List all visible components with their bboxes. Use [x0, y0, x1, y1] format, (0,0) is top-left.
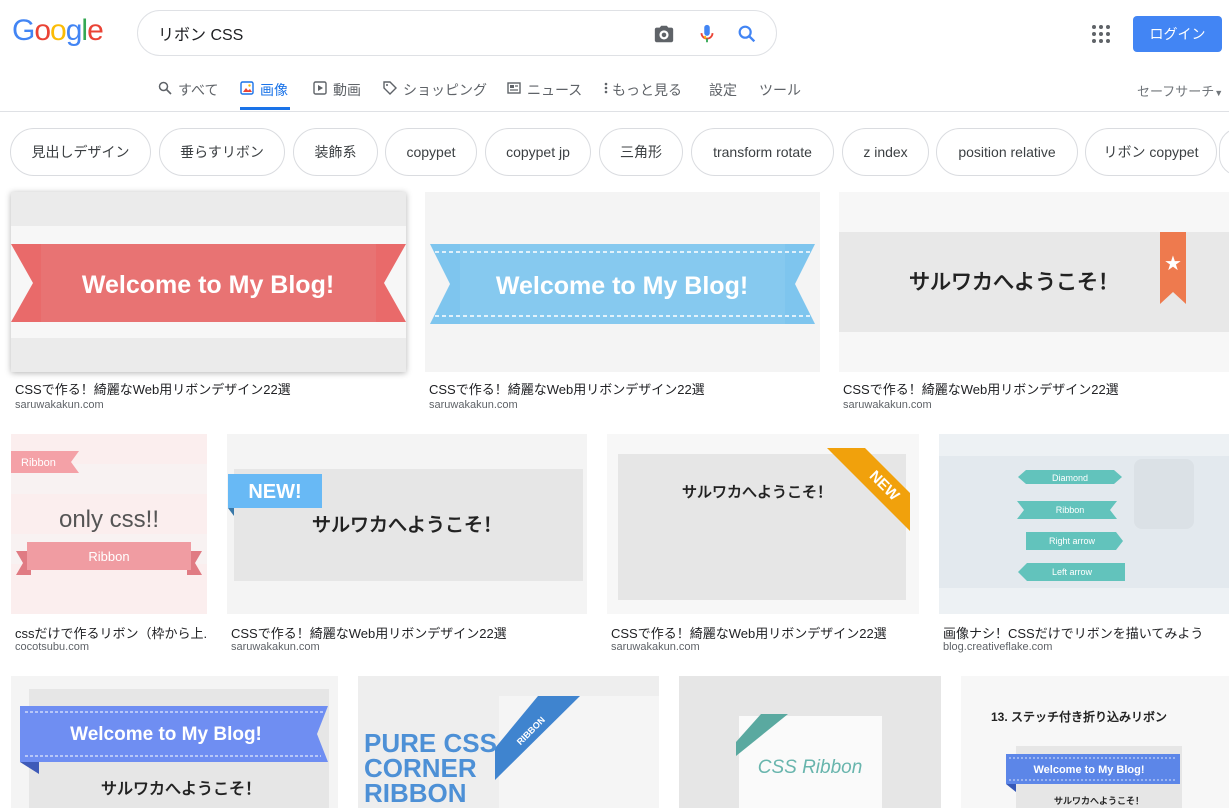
svg-text:Ribbon: Ribbon — [1056, 505, 1085, 515]
image-result[interactable]: RIBBON PURE CSS CORNER RIBBON — [358, 676, 659, 808]
chip[interactable]: position relative — [936, 128, 1078, 176]
news-icon — [507, 82, 521, 94]
image-result[interactable]: Ribbon only css!! Ribbon cssだけで作るリボン（枠から… — [11, 434, 207, 656]
image-result[interactable]: Diamond Ribbon Right arrow Left arrow 画像… — [939, 434, 1229, 656]
tab-images[interactable]: 画像 — [240, 80, 290, 110]
result-thumbnail[interactable]: 13. ステッチ付き折り込みリボン Welcome to My Blog! サル… — [961, 676, 1229, 808]
result-thumbnail[interactable]: Welcome to My Blog! — [11, 192, 406, 372]
svg-text:13. ステッチ付き折り込みリボン: 13. ステッチ付き折り込みリボン — [991, 709, 1167, 724]
result-thumbnail[interactable]: NEW サルワカへようこそ！ — [607, 434, 919, 614]
star-icon: ★ — [1164, 253, 1182, 275]
caret-down-icon: ▼ — [1214, 88, 1224, 98]
tab-shopping[interactable]: ショッピング — [383, 80, 487, 110]
chip[interactable]: z index — [842, 128, 929, 176]
chip[interactable]: 見出しデザイン — [10, 128, 151, 176]
tab-videos[interactable]: 動画 — [313, 80, 361, 110]
ribbon-text: サルワカへようこそ！ — [909, 271, 1119, 294]
result-title[interactable]: CSSで作る！綺麗なWeb用リボンデザイン22選 — [429, 379, 819, 398]
result-thumbnail[interactable]: Ribbon only css!! Ribbon — [11, 434, 207, 614]
svg-text:Diamond: Diamond — [1052, 473, 1088, 483]
chip[interactable]: copypet — [385, 128, 477, 176]
camera-icon[interactable] — [653, 23, 675, 45]
svg-text:only css!!: only css!! — [59, 506, 159, 533]
chip[interactable]: 三角形 — [599, 128, 683, 176]
header: Google ログイン すべて 画像 — [0, 0, 1229, 112]
search-input[interactable] — [158, 22, 638, 44]
search-icon — [158, 81, 172, 95]
result-site[interactable]: cocotsubu.com — [15, 641, 89, 653]
svg-text:サルワカへようこそ！: サルワカへようこそ！ — [312, 514, 502, 536]
result-thumbnail[interactable]: NEW! サルワカへようこそ！ — [227, 434, 587, 614]
svg-text:Ribbon: Ribbon — [88, 549, 129, 564]
safe-search-toggle[interactable]: セーフサーチ▼ — [1137, 81, 1223, 100]
result-site[interactable]: saruwakakun.com — [429, 399, 518, 411]
tab-settings[interactable]: 設定 — [709, 80, 737, 110]
image-result[interactable]: CSS Ribbon — [679, 676, 941, 808]
google-logo[interactable]: Google — [12, 14, 104, 48]
image-result[interactable]: Welcome to My Blog! CSSで作る！綺麗なWeb用リボンデザイ… — [11, 192, 406, 412]
chip[interactable]: transform rotate — [691, 128, 834, 176]
image-result[interactable]: Welcome to My Blog! サルワカへようこそ！ — [11, 676, 338, 808]
result-thumbnail[interactable]: RIBBON PURE CSS CORNER RIBBON — [358, 676, 659, 808]
svg-text:RIBBON: RIBBON — [364, 778, 467, 808]
svg-text:Welcome to My Blog!: Welcome to My Blog! — [1033, 764, 1144, 776]
ribbon-text: Welcome to My Blog! — [496, 272, 748, 300]
more-vert-icon — [604, 82, 608, 94]
image-result[interactable]: ★ サルワカへようこそ！ CSSで作る！綺麗なWeb用リボンデザイン22選 sa… — [839, 192, 1229, 412]
svg-text:Left arrow: Left arrow — [1052, 567, 1093, 577]
svg-text:サルワカへようこそ！: サルワカへようこそ！ — [682, 484, 832, 501]
image-icon — [240, 81, 254, 95]
result-thumbnail[interactable]: Welcome to My Blog! サルワカへようこそ！ — [11, 676, 338, 808]
result-thumbnail[interactable]: ★ サルワカへようこそ！ — [839, 192, 1229, 372]
tab-more[interactable]: もっと見る — [602, 80, 682, 110]
ribbon-text: Welcome to My Blog! — [82, 271, 334, 299]
tab-all[interactable]: すべて — [158, 80, 218, 110]
mic-icon[interactable] — [696, 23, 718, 45]
related-chips: 見出しデザイン 垂らすリボン 装飾系 copypet copypet jp 三角… — [0, 112, 1229, 188]
result-thumbnail[interactable]: Welcome to My Blog! — [425, 192, 820, 372]
result-thumbnail[interactable]: CSS Ribbon — [679, 676, 941, 808]
chip[interactable]: 垂らすリボン — [159, 128, 285, 176]
chip-scroll-next[interactable] — [1219, 128, 1229, 176]
result-title[interactable]: CSSで作る！綺麗なWeb用リボンデザイン22選 — [231, 623, 587, 642]
result-title[interactable]: cssだけで作るリボン（枠から上... — [15, 623, 207, 642]
result-title[interactable]: CSSで作る！綺麗なWeb用リボンデザイン22選 — [15, 379, 405, 398]
search-tabs: すべて 画像 動画 ショッピング ニュース もっと見る 設定 ツール — [0, 76, 1229, 112]
result-title[interactable]: 画像ナシ！CSSだけでリボンを描いてみよう — [943, 623, 1229, 642]
image-result[interactable]: Welcome to My Blog! CSSで作る！綺麗なWeb用リボンデザイ… — [425, 192, 820, 412]
image-result[interactable]: 13. ステッチ付き折り込みリボン Welcome to My Blog! サル… — [961, 676, 1229, 808]
tag-icon — [383, 81, 397, 95]
result-site[interactable]: saruwakakun.com — [231, 641, 320, 653]
svg-text:サルワカへようこそ！: サルワカへようこそ！ — [101, 780, 261, 798]
chip[interactable]: リボン copypet — [1085, 128, 1217, 176]
tab-news[interactable]: ニュース — [507, 80, 582, 110]
video-icon — [313, 81, 327, 95]
tab-tools[interactable]: ツール — [759, 80, 801, 110]
svg-text:CSS Ribbon: CSS Ribbon — [758, 757, 863, 778]
chip[interactable]: 装飾系 — [293, 128, 378, 176]
login-button[interactable]: ログイン — [1133, 16, 1222, 52]
chip[interactable]: copypet jp — [485, 128, 591, 176]
apps-grid-icon[interactable] — [1091, 24, 1111, 44]
image-result[interactable]: NEW! サルワカへようこそ！ CSSで作る！綺麗なWeb用リボンデザイン22選… — [227, 434, 587, 656]
result-site[interactable]: blog.creativeflake.com — [943, 641, 1052, 653]
result-title[interactable]: CSSで作る！綺麗なWeb用リボンデザイン22選 — [611, 623, 919, 642]
search-icon[interactable] — [736, 23, 758, 45]
svg-text:Welcome to My Blog!: Welcome to My Blog! — [70, 724, 262, 745]
result-site[interactable]: saruwakakun.com — [843, 399, 932, 411]
search-box — [137, 10, 777, 56]
result-title[interactable]: CSSで作る！綺麗なWeb用リボンデザイン22選 — [843, 379, 1228, 398]
svg-text:サルワカへようこそ！: サルワカへようこそ！ — [1054, 796, 1144, 806]
svg-text:Right arrow: Right arrow — [1049, 536, 1096, 546]
svg-text:Ribbon: Ribbon — [21, 457, 56, 469]
svg-text:NEW!: NEW! — [248, 481, 301, 503]
result-site[interactable]: saruwakakun.com — [15, 399, 104, 411]
image-result[interactable]: NEW サルワカへようこそ！ CSSで作る！綺麗なWeb用リボンデザイン22選 … — [607, 434, 919, 656]
result-site[interactable]: saruwakakun.com — [611, 641, 700, 653]
result-thumbnail[interactable]: Diamond Ribbon Right arrow Left arrow — [939, 434, 1229, 614]
